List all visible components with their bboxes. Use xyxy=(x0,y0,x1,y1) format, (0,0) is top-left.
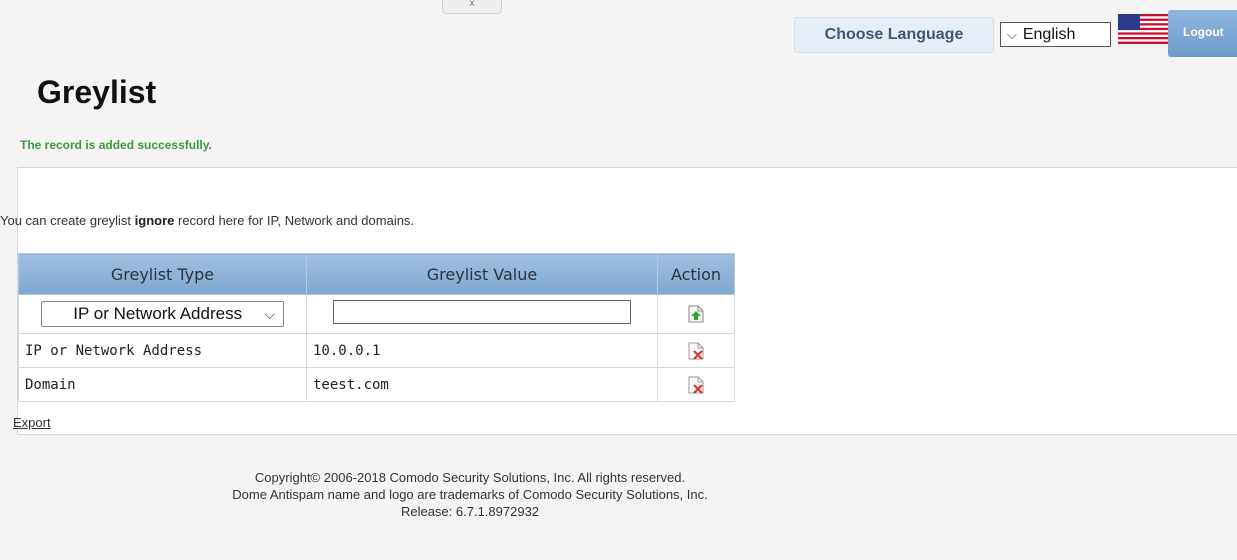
us-flag-icon[interactable] xyxy=(1118,14,1168,44)
logout-button[interactable]: Logout xyxy=(1168,10,1237,57)
intro-text-bold: ignore xyxy=(134,213,175,228)
new-record-row: IP or Network Address ⌵ xyxy=(18,294,735,334)
top-collapse-tab[interactable]: x xyxy=(442,0,502,14)
add-record-icon[interactable] xyxy=(688,305,704,323)
footer-release: Release: 6.7.1.8972932 xyxy=(400,504,540,519)
row-value: teest.com xyxy=(306,367,658,402)
chevron-down-icon: ⌵ xyxy=(1007,27,1017,42)
greylist-type-select[interactable]: IP or Network Address ⌵ xyxy=(41,301,284,327)
table-row: Domain teest.com xyxy=(18,367,735,402)
header-greylist-value: Greylist Value xyxy=(306,253,658,295)
success-message: The record is added successfully. xyxy=(20,138,212,152)
greylist-value-input[interactable] xyxy=(333,300,631,324)
chevron-down-icon: ⌵ xyxy=(264,306,275,322)
footer-trademark: Dome Antispam name and logo are trademar… xyxy=(232,487,708,502)
header-action: Action xyxy=(657,253,735,295)
footer: Copyright© 2006-2018 Comodo Security Sol… xyxy=(150,469,790,520)
page-title: Greylist xyxy=(37,74,157,110)
row-type: Domain xyxy=(18,367,307,402)
row-type: IP or Network Address xyxy=(18,333,307,368)
export-link[interactable]: Export xyxy=(13,415,51,430)
language-select-value: English xyxy=(1022,26,1076,43)
choose-language-label: Choose Language xyxy=(794,17,994,53)
intro-text-end: record here for IP, Network and domains. xyxy=(174,213,415,228)
row-value: 10.0.0.1 xyxy=(306,333,658,368)
delete-record-icon[interactable] xyxy=(688,342,704,360)
greylist-table: Greylist Type Greylist Value Action IP o… xyxy=(18,253,735,402)
delete-record-icon[interactable] xyxy=(688,376,704,394)
header-greylist-type: Greylist Type xyxy=(18,253,307,295)
language-select[interactable]: ⌵ English xyxy=(1000,22,1111,47)
intro-text-start: You can create greylist xyxy=(0,213,135,228)
footer-copyright: Copyright© 2006-2018 Comodo Security Sol… xyxy=(254,470,686,485)
table-row: IP or Network Address 10.0.0.1 xyxy=(18,333,735,368)
intro-text: You can create greylist ignore record he… xyxy=(0,213,414,228)
type-select-value: IP or Network Address xyxy=(73,304,243,323)
